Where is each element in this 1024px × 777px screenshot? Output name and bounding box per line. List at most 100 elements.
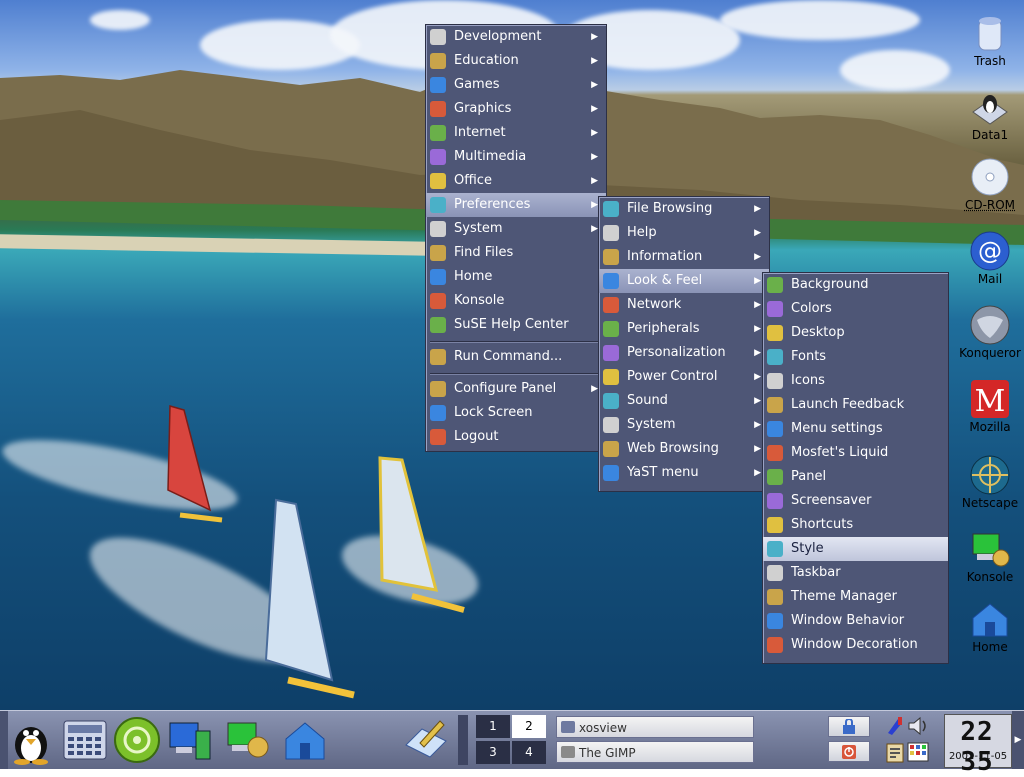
pager-desktop-1[interactable]: 1 <box>476 715 510 738</box>
lock-button[interactable] <box>828 716 870 737</box>
desktop-icon-home[interactable]: Home <box>955 598 1024 655</box>
taskbar-button-xosview[interactable]: xosview <box>556 716 754 738</box>
menu-item-network[interactable]: Network ▶ <box>599 293 769 317</box>
menu-item-run-command[interactable]: Run Command... <box>426 345 606 369</box>
panel-handle[interactable] <box>458 715 468 765</box>
menu-item-label: Configure Panel <box>454 381 557 396</box>
desktop-icon-cdrom[interactable]: CD-ROM <box>955 156 1024 213</box>
desktop-icon-label: Home <box>972 640 1008 654</box>
menu-item-system[interactable]: System ▶ <box>426 217 606 241</box>
menu-item-mosfet-s-liquid[interactable]: Mosfet's Liquid <box>763 441 948 465</box>
menu-item-fonts[interactable]: Fonts <box>763 345 948 369</box>
gimp-icon <box>561 746 575 758</box>
menu-item-logout[interactable]: Logout <box>426 425 606 449</box>
logout-button[interactable] <box>828 741 870 762</box>
menu-item-peripherals[interactable]: Peripherals ▶ <box>599 317 769 341</box>
pager-desktop-2[interactable]: 2 <box>512 715 546 738</box>
pager-desktop-4[interactable]: 4 <box>512 741 546 764</box>
menu-item-sound[interactable]: Sound ▶ <box>599 389 769 413</box>
menu-item-configure-panel[interactable]: Configure Panel ▶ <box>426 377 606 401</box>
clipboard-icon[interactable] <box>884 741 906 763</box>
panel-clock[interactable]: 22 35 2002-11-05 <box>944 714 1012 777</box>
desktop-icon-netscape[interactable]: Netscape <box>955 454 1024 511</box>
menu-item-multimedia[interactable]: Multimedia ▶ <box>426 145 606 169</box>
menu-item-konsole[interactable]: Konsole <box>426 289 606 313</box>
menu-item-power-control[interactable]: Power Control ▶ <box>599 365 769 389</box>
menu-item-background[interactable]: Background <box>763 273 948 297</box>
menu-item-label: Find Files <box>454 245 514 260</box>
menu-item-information[interactable]: Information ▶ <box>599 245 769 269</box>
menu-item-style[interactable]: Style <box>763 537 948 561</box>
menu-item-development[interactable]: Development ▶ <box>426 25 606 49</box>
taskbar-button-gimp[interactable]: The GIMP <box>556 741 754 763</box>
mozilla-icon: M <box>971 380 1009 419</box>
menu-item-system[interactable]: System ▶ <box>599 413 769 437</box>
desktop-icon-konsole[interactable]: Konsole <box>955 528 1024 585</box>
menu-item-icons[interactable]: Icons <box>763 369 948 393</box>
menu-item-label: Screensaver <box>791 493 872 508</box>
menu-item-education[interactable]: Education ▶ <box>426 49 606 73</box>
menu-item-colors[interactable]: Colors <box>763 297 948 321</box>
shortcuts-icon <box>767 517 783 533</box>
menu-item-panel[interactable]: Panel <box>763 465 948 489</box>
menu-item-window-decoration[interactable]: Window Decoration <box>763 633 948 657</box>
xosview-monitor-icon[interactable] <box>906 741 930 763</box>
desktop-icon-mail[interactable]: @ Mail <box>955 230 1024 287</box>
menu-item-graphics[interactable]: Graphics ▶ <box>426 97 606 121</box>
k-menu-button[interactable] <box>6 715 56 765</box>
menu-item-file-browsing[interactable]: File Browsing ▶ <box>599 197 769 221</box>
yast-icon[interactable] <box>112 715 162 765</box>
menu-item-label: Style <box>791 541 824 556</box>
menu-item-desktop[interactable]: Desktop <box>763 321 948 345</box>
pager-desktop-3[interactable]: 3 <box>476 741 510 764</box>
menu-item-help[interactable]: Help ▶ <box>599 221 769 245</box>
menu-item-label: Look & Feel <box>627 273 703 288</box>
find-files-icon <box>430 245 446 261</box>
submenu-arrow-icon: ▶ <box>754 444 761 454</box>
home-icon[interactable] <box>280 715 330 765</box>
menu-item-personalization[interactable]: Personalization ▶ <box>599 341 769 365</box>
menu-item-label: Peripherals <box>627 321 700 336</box>
menu-item-menu-settings[interactable]: Menu settings <box>763 417 948 441</box>
menu-item-shortcuts[interactable]: Shortcuts <box>763 513 948 537</box>
kcontrol-icon[interactable] <box>166 715 216 765</box>
menu-item-internet[interactable]: Internet ▶ <box>426 121 606 145</box>
desktop-icon-data1[interactable]: Data1 <box>955 86 1024 143</box>
look-feel-icon <box>603 273 619 289</box>
clock-time: 22 35 <box>960 717 994 777</box>
volume-speaker-icon[interactable] <box>906 715 930 737</box>
menu-item-lock-screen[interactable]: Lock Screen <box>426 401 606 425</box>
desktop-icon-mozilla[interactable]: M Mozilla <box>955 378 1024 435</box>
menu-item-find-files[interactable]: Find Files <box>426 241 606 265</box>
menu-item-window-behavior[interactable]: Window Behavior <box>763 609 948 633</box>
mail-at-icon: @ <box>970 231 1010 271</box>
kwrite-icon[interactable] <box>400 715 450 765</box>
menu-item-label: File Browsing <box>627 201 713 216</box>
submenu-arrow-icon: ▶ <box>591 32 598 42</box>
menu-item-preferences[interactable]: Preferences ▶ <box>426 193 606 217</box>
panel-hide-right-button[interactable]: ▶ <box>1012 711 1024 769</box>
menu-item-look-feel[interactable]: Look & Feel ▶ <box>599 269 769 293</box>
file-browsing-icon <box>603 201 619 217</box>
menu-item-yast-menu[interactable]: YaST menu ▶ <box>599 461 769 485</box>
menu-item-taskbar[interactable]: Taskbar <box>763 561 948 585</box>
desktop-icon-trash[interactable]: Trash <box>955 12 1024 69</box>
menu-item-screensaver[interactable]: Screensaver <box>763 489 948 513</box>
menu-item-suse-help-center[interactable]: SuSE Help Center <box>426 313 606 337</box>
lock-icon <box>430 405 446 421</box>
desktop-icon-konqueror[interactable]: Konqueror <box>955 304 1024 361</box>
menu-item-launch-feedback[interactable]: Launch Feedback <box>763 393 948 417</box>
web-browsing-icon <box>603 441 619 457</box>
menu-item-office[interactable]: Office ▶ <box>426 169 606 193</box>
konsole-icon[interactable] <box>222 715 272 765</box>
logout-icon <box>430 429 446 445</box>
internet-icon <box>430 125 446 141</box>
menu-separator <box>426 369 606 377</box>
menu-item-games[interactable]: Games ▶ <box>426 73 606 97</box>
menu-item-web-browsing[interactable]: Web Browsing ▶ <box>599 437 769 461</box>
desktop-icon-label: Netscape <box>961 496 1019 510</box>
menu-item-home[interactable]: Home <box>426 265 606 289</box>
klipper-icon[interactable] <box>884 715 906 737</box>
menu-item-theme-manager[interactable]: Theme Manager <box>763 585 948 609</box>
calculator-icon[interactable] <box>60 715 110 765</box>
